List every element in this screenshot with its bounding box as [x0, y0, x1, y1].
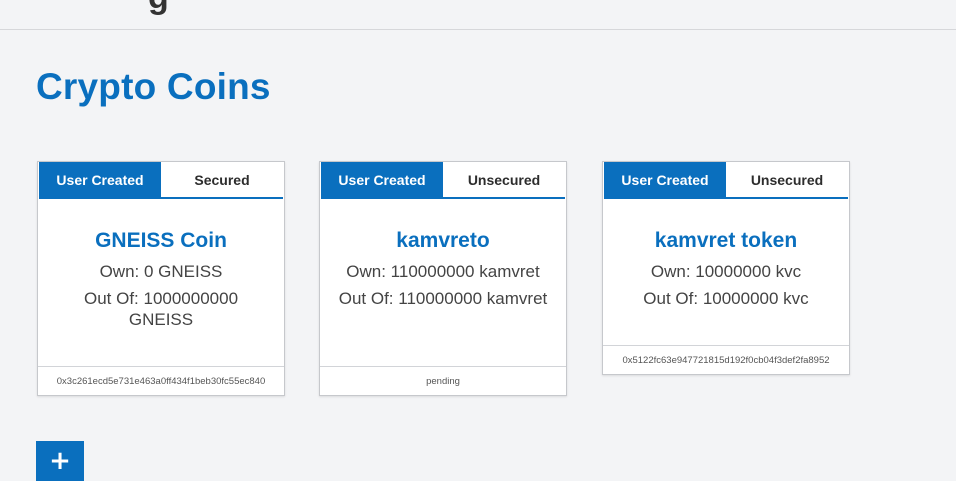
coin-total-supply: Out Of: 110000000 kamvret — [338, 289, 548, 308]
coin-contract-status: pending — [320, 366, 566, 395]
page-title: Crypto Coins — [36, 66, 271, 107]
coin-card[interactable]: User Created Secured GNEISS Coin Own: 0 … — [37, 161, 285, 396]
coin-card-body: GNEISS Coin Own: 0 GNEISS Out Of: 100000… — [38, 199, 284, 330]
coin-owned-amount: Own: 110000000 kamvret — [346, 262, 540, 281]
coin-owned-amount: Own: 10000000 kvc — [650, 262, 802, 281]
tab-user-created[interactable]: User Created — [321, 162, 443, 197]
coin-card-tabs: User Created Secured — [39, 162, 283, 199]
coin-card-tabs: User Created Unsecured — [321, 162, 565, 199]
coin-card[interactable]: User Created Unsecured kamvreto Own: 110… — [319, 161, 567, 396]
tab-security-status[interactable]: Unsecured — [726, 162, 848, 197]
coin-card[interactable]: User Created Unsecured kamvret token Own… — [602, 161, 850, 375]
coin-name[interactable]: kamvreto — [334, 229, 552, 253]
coin-total-supply: Out Of: 1000000000 GNEISS — [83, 289, 239, 329]
coin-contract-address: 0x5122fc63e947721815d192f0cb04f3def2fa89… — [603, 345, 849, 374]
add-coin-button[interactable]: + — [36, 441, 84, 481]
coin-card-body: kamvret token Own: 10000000 kvc Out Of: … — [603, 199, 849, 309]
coin-total-supply: Out Of: 10000000 kvc — [643, 289, 809, 308]
coin-name[interactable]: kamvret token — [617, 229, 835, 253]
coin-owned-amount: Own: 0 GNEISS — [99, 262, 223, 281]
coin-card-body: kamvreto Own: 110000000 kamvret Out Of: … — [320, 199, 566, 309]
top-header: g — [0, 0, 956, 30]
coin-card-tabs: User Created Unsecured — [604, 162, 848, 199]
tab-security-status[interactable]: Secured — [161, 162, 283, 197]
coin-contract-address: 0x3c261ecd5e731e463a0ff434f1beb30fc55ec8… — [38, 366, 284, 395]
tab-security-status[interactable]: Unsecured — [443, 162, 565, 197]
tab-user-created[interactable]: User Created — [604, 162, 726, 197]
tab-user-created[interactable]: User Created — [39, 162, 161, 197]
coin-name[interactable]: GNEISS Coin — [52, 229, 270, 253]
header-title: g — [148, 0, 169, 17]
